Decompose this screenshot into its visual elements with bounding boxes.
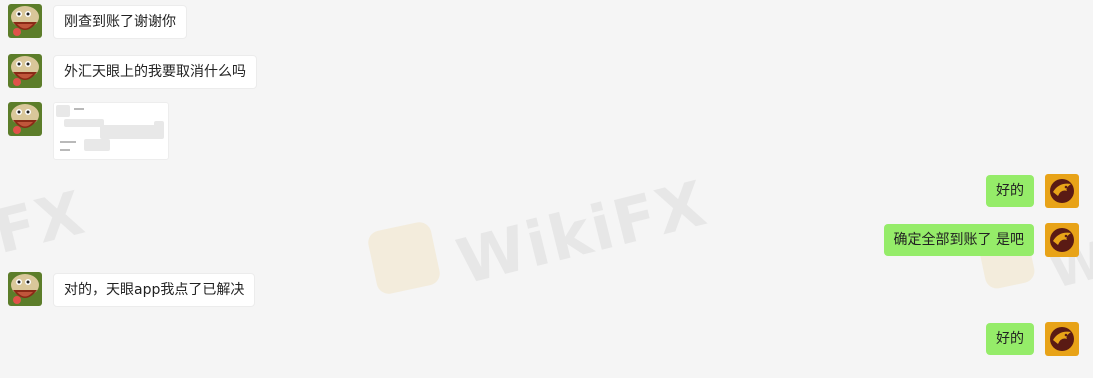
blurred-screenshot-thumbnail[interactable] bbox=[53, 102, 169, 160]
blur-line bbox=[74, 108, 84, 110]
message-text[interactable]: 好的 bbox=[986, 323, 1034, 355]
message-text[interactable]: 对的，天眼app我点了已解决 bbox=[53, 273, 256, 307]
message-text[interactable]: 好的 bbox=[986, 175, 1034, 207]
cartoon-dinosaur-avatar-icon[interactable] bbox=[8, 54, 42, 88]
message-incoming: 刚查到账了谢谢你 bbox=[8, 4, 408, 42]
chat-window: FX WikiFX W 刚查到账了谢谢你 外汇天眼上的我要取消什么吗 好的 确定… bbox=[0, 0, 1093, 378]
blur-block bbox=[84, 139, 110, 151]
message-text[interactable]: 外汇天眼上的我要取消什么吗 bbox=[53, 55, 257, 89]
cartoon-dinosaur-avatar-icon[interactable] bbox=[8, 4, 42, 38]
message-outgoing: 好的 bbox=[679, 322, 1079, 360]
eagle-logo-avatar-icon[interactable] bbox=[1045, 174, 1079, 208]
watermark-fragment-left: FX bbox=[0, 178, 93, 268]
message-outgoing: 确定全部到账了 是吧 bbox=[679, 223, 1079, 261]
cartoon-dinosaur-avatar-icon[interactable] bbox=[8, 272, 42, 306]
eagle-logo-avatar-icon[interactable] bbox=[1045, 322, 1079, 356]
message-incoming: 对的，天眼app我点了已解决 bbox=[8, 272, 408, 310]
watermark-brand: WikiFX bbox=[449, 166, 715, 299]
blur-line bbox=[60, 141, 76, 143]
message-incoming-image bbox=[8, 102, 408, 160]
message-text[interactable]: 刚查到账了谢谢你 bbox=[53, 5, 187, 39]
message-incoming: 外汇天眼上的我要取消什么吗 bbox=[8, 54, 408, 92]
blur-block bbox=[64, 119, 104, 127]
cartoon-dinosaur-avatar-icon[interactable] bbox=[8, 102, 42, 136]
blur-line bbox=[60, 149, 70, 151]
message-text[interactable]: 确定全部到账了 是吧 bbox=[883, 224, 1034, 256]
blur-block bbox=[56, 105, 70, 117]
blur-block bbox=[154, 121, 164, 131]
eagle-logo-avatar-icon[interactable] bbox=[1045, 223, 1079, 257]
message-outgoing: 好的 bbox=[679, 174, 1079, 212]
